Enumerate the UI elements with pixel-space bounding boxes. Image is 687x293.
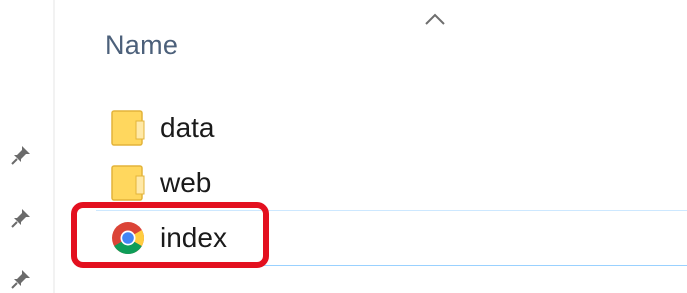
list-item-selected[interactable]: index (96, 210, 687, 266)
list-item[interactable]: data (96, 103, 687, 153)
pin-icon[interactable] (10, 205, 34, 229)
list-item[interactable]: web (96, 158, 687, 208)
file-name: data (160, 112, 215, 143)
pin-icon[interactable] (10, 266, 34, 290)
pin-icon[interactable] (10, 142, 34, 166)
name-column-header[interactable]: Name (105, 30, 178, 61)
chrome-icon (112, 222, 144, 254)
sort-ascending-icon (425, 13, 445, 25)
pane-divider (53, 0, 55, 293)
quick-access-pane (0, 0, 50, 293)
file-name: web (160, 167, 212, 198)
folder-icon (111, 165, 145, 201)
file-name: index (160, 222, 227, 253)
folder-icon (111, 110, 145, 146)
